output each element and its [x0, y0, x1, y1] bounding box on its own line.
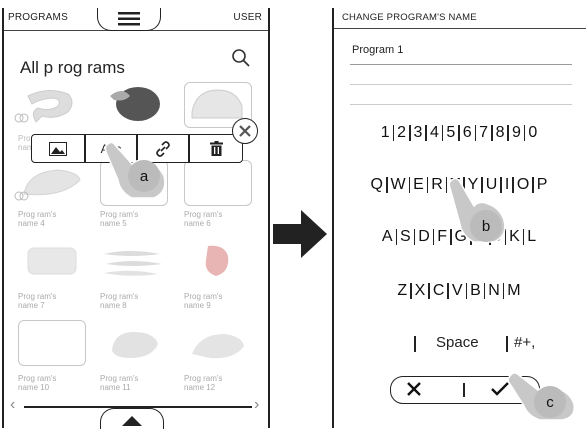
callout-b: b: [470, 210, 502, 242]
tile-label: Prog ram's name 9: [184, 292, 223, 310]
trash-icon: [209, 141, 223, 156]
screen-title: CHANGE PROGRAM'S NAME: [342, 12, 477, 23]
menu-tab[interactable]: [97, 8, 161, 31]
keyboard-key[interactable]: D: [415, 228, 433, 246]
cancel-button[interactable]: [391, 377, 461, 403]
divider: [463, 383, 465, 397]
close-icon: [239, 125, 251, 137]
tile-label: Prog ram's name 8: [100, 292, 139, 310]
space-row: Space #+,: [414, 334, 584, 354]
symbols-key[interactable]: #+,: [514, 334, 535, 351]
keyboard-key[interactable]: W: [388, 176, 409, 194]
tile-label: Prog ram's name 10: [18, 374, 57, 392]
keyboard-key[interactable]: 8: [493, 124, 508, 142]
multi-icon: [14, 191, 29, 201]
fish-image: [104, 251, 162, 276]
keyboard-key[interactable]: X: [412, 282, 429, 300]
right-arrow-icon: [273, 210, 327, 258]
close-button[interactable]: [232, 118, 258, 144]
callout-c: c: [534, 386, 566, 418]
divider: [414, 336, 416, 352]
keyboard-key[interactable]: P: [534, 176, 551, 194]
keyboard-key[interactable]: 4: [427, 124, 442, 142]
program-tile-9[interactable]: [184, 238, 252, 284]
poultry-image: [192, 334, 244, 359]
name-input[interactable]: Program 1: [352, 44, 403, 56]
letter-row-3: ZXCVBNM: [334, 282, 584, 300]
keyboard-key[interactable]: Q: [368, 176, 386, 194]
program-tile-8[interactable]: [100, 238, 168, 284]
tile-label: Prog ram's name 12: [184, 374, 223, 392]
scroll-left-arrow[interactable]: ‹: [10, 396, 15, 414]
keyboard-key[interactable]: B: [467, 282, 484, 300]
keyboard-key[interactable]: 9: [509, 124, 524, 142]
input-line-2: [350, 84, 572, 85]
divider: [506, 336, 508, 352]
hamburger-icon: [118, 12, 140, 26]
keyboard-key[interactable]: 0: [525, 124, 540, 142]
tile-label: Prog ram's name 7: [18, 292, 57, 310]
program-tile-6[interactable]: [184, 160, 252, 206]
keyboard-key[interactable]: 2: [394, 124, 409, 142]
keyboard-key[interactable]: L: [524, 228, 539, 246]
image-icon: [49, 141, 67, 156]
program-tile-4[interactable]: [14, 160, 86, 206]
up-arrow-icon: [122, 416, 142, 426]
tile-label: Prog ram's name 5: [100, 210, 139, 228]
space-key[interactable]: Space: [436, 334, 479, 351]
programs-tab[interactable]: PROGRAMS: [8, 12, 68, 23]
program-tile-12[interactable]: [184, 320, 252, 366]
keyboard-key[interactable]: 6: [460, 124, 475, 142]
program-tile-1[interactable]: [14, 82, 86, 128]
steak-image: [205, 245, 229, 276]
roast-image: [112, 332, 158, 358]
tile-label: Prog ram's name 11: [100, 374, 139, 392]
keyboard-key[interactable]: S: [397, 228, 414, 246]
tile-label: Prog ram's name 4: [18, 210, 57, 228]
keyboard-key[interactable]: A: [379, 228, 396, 246]
keyboard-key[interactable]: 1: [378, 124, 393, 142]
keyboard-key[interactable]: 5: [443, 124, 458, 142]
program-tile-11[interactable]: [100, 320, 168, 366]
scroll-right-arrow[interactable]: ›: [254, 396, 259, 414]
keyboard-key[interactable]: N: [485, 282, 503, 300]
header-bar: CHANGE PROGRAM'S NAME: [334, 8, 586, 29]
input-underline: [350, 64, 572, 65]
search-icon[interactable]: [231, 48, 251, 68]
bottom-tab[interactable]: [100, 408, 164, 429]
input-line-3: [350, 104, 572, 105]
user-tab[interactable]: USER: [233, 12, 262, 23]
x-icon: [407, 382, 421, 396]
keyboard-key[interactable]: R: [428, 176, 446, 194]
keyboard-key[interactable]: Z: [394, 282, 410, 300]
tile-label: Prog ram's name 6: [184, 210, 223, 228]
keyboard-key[interactable]: E: [410, 176, 427, 194]
callout-a: a: [128, 160, 160, 192]
image-button[interactable]: [32, 135, 84, 162]
program-tile-10[interactable]: [18, 320, 86, 366]
multi-icon: [14, 113, 29, 123]
digit-row: 1234567890: [334, 124, 584, 142]
keyboard-key[interactable]: O: [514, 176, 532, 194]
keyboard-key[interactable]: 7: [476, 124, 491, 142]
programs-screen: PROGRAMS USER All p rog rams Pro nam Pro…: [2, 8, 270, 429]
keyboard-key[interactable]: C: [430, 282, 448, 300]
keyboard-key[interactable]: V: [449, 282, 466, 300]
page-title: All p rog rams: [20, 58, 125, 77]
tile-frame: [18, 320, 86, 366]
keyboard-key[interactable]: M: [504, 282, 523, 300]
tile-frame: [184, 160, 252, 206]
program-tile-2[interactable]: [100, 82, 168, 128]
mushroom-image: [110, 87, 160, 121]
program-tile-7[interactable]: [18, 238, 86, 284]
keyboard-key[interactable]: 3: [411, 124, 426, 142]
meat-tray-image: [27, 247, 77, 275]
